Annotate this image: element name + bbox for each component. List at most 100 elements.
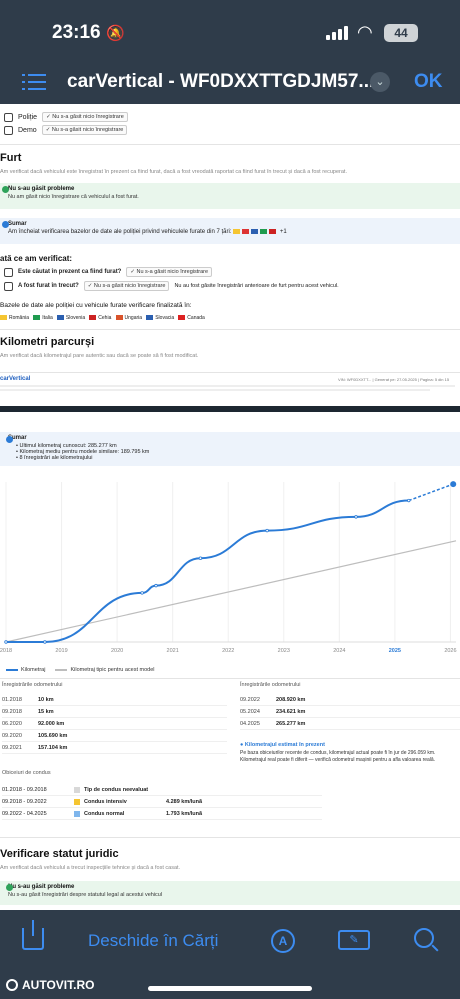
check-row: Poliție ✓ Nu s-a găsit nicio înregistrar… (4, 112, 128, 122)
flag-icon (242, 229, 250, 234)
flag-icon (0, 315, 7, 321)
habit-row: 01.2018 - 09.2018 Tip de condus neevaluat (2, 784, 322, 796)
country: Italia (42, 315, 53, 321)
habit-color-swatch (74, 810, 80, 817)
odometer-value: 265.277 km (276, 720, 306, 727)
checked-heading: ată ce am verificat: (0, 254, 73, 263)
open-in-books-button[interactable]: Deschide în Cărți (88, 931, 218, 951)
odometer-value: 234.621 km (276, 708, 306, 715)
x-tick-label: 2024 (333, 648, 345, 654)
x-tick-label: 2025 (389, 648, 401, 654)
status-chip: ✓ Nu s-a găsit nicio înregistrare (41, 125, 128, 135)
flag-icon (56, 315, 64, 321)
country: Cehia (98, 315, 112, 321)
check-question: Este căutat în prezent ca fiind furat? (18, 269, 122, 275)
footer-fine-print (0, 389, 430, 391)
section-heading: Furt (0, 152, 22, 164)
footer-fine-print (0, 385, 455, 387)
habit-color-swatch (74, 798, 80, 805)
table-row: 05.2024 234.621 km (240, 706, 460, 718)
habit-color-swatch (74, 786, 80, 793)
table-row: 04.2025 265.277 km (240, 718, 460, 730)
estimate-title: ● Kilometrajul estimat în prezent (240, 742, 325, 748)
bottom-toolbar: Deschide în Cărți A ✎ (0, 912, 460, 972)
markup-icon[interactable]: A (271, 929, 295, 953)
search-icon[interactable] (414, 928, 434, 948)
odometer-date: 09.2021 (2, 744, 22, 751)
divider (0, 372, 460, 373)
country: România (9, 315, 30, 321)
footer-generated: Generat pe: 27.05.2025 (374, 377, 417, 382)
habit-value: 1.793 km/lună (166, 810, 203, 817)
divider (0, 837, 460, 838)
summary-item-text: 8 înregistrări ale kilometrajului (19, 455, 93, 461)
list-icon[interactable] (22, 72, 46, 92)
chip-text: Nu s-a găsit nicio înregistrare (136, 269, 209, 275)
check-label: Poliție (18, 113, 38, 121)
check-icon (6, 884, 13, 891)
mileage-point (43, 640, 47, 644)
info-icon (6, 436, 13, 443)
odometer-date: 09.2020 (2, 732, 22, 739)
check-icon (2, 186, 9, 193)
habit-type: Tip de condus neevaluat (84, 786, 149, 793)
x-tick-label: 2021 (167, 648, 179, 654)
divider (0, 329, 460, 330)
summary-text-row: Am încheiat verificarea bazelor de date … (8, 229, 452, 235)
chevron-down-icon[interactable]: ⌄ (370, 72, 390, 92)
wifi-icon: ◠ (357, 22, 373, 42)
table-row: 09.2018 15 km (2, 706, 227, 718)
flag-icon (33, 315, 41, 321)
signature-icon[interactable]: ✎ (338, 930, 370, 950)
odometer-date: 05.2024 (240, 708, 260, 715)
mileage-point (4, 640, 8, 644)
country: Slovacia (155, 315, 175, 321)
table-row: 09.2021 157.104 km (2, 742, 227, 754)
status-bar: 23:16 🔕 ◠ 44 (0, 0, 460, 62)
flag-icon (233, 229, 241, 234)
ok-title: Nu s-au găsit probleme (8, 884, 75, 890)
share-icon[interactable] (22, 920, 44, 950)
summary-item: • 8 înregistrări ale kilometrajului (16, 455, 93, 461)
history-icon (4, 281, 13, 291)
odometer-value: 92.000 km (38, 720, 65, 727)
mileage-point (154, 583, 158, 588)
habit-period: 09.2018 - 09.2022 (2, 798, 47, 805)
x-tick-label: 2026 (444, 648, 456, 654)
estimate-projection-line (408, 483, 454, 502)
ok-desc: Nu s-au găsit înregistrări despre statut… (8, 892, 163, 898)
check-row: Demo ✓ Nu s-a găsit nicio înregistrare (4, 125, 128, 135)
ok-button[interactable]: OK (414, 71, 443, 93)
x-tick-label: 2022 (222, 648, 234, 654)
summary-box: Sumar Am încheiat verificarea bazelor de… (0, 218, 460, 244)
flag-icon (115, 315, 123, 321)
battery-icon: 44 (384, 24, 418, 42)
status-chip: ✓ Nu s-a găsit nicio înregistrare (42, 112, 128, 122)
footer-meta: VIN: WF0DXXTT... | Generat pe: 27.05.202… (338, 377, 450, 382)
nav-bar: carVertical - WF0DXXTTGDJM57... ⌄ OK (0, 62, 460, 104)
pdf-page: Poliție ✓ Nu s-a găsit nicio înregistrar… (0, 104, 460, 406)
mileage-chart: 2018 2019 2020 2021 2022 2023 2024 2025 2026 (0, 481, 457, 654)
chip-text: Nu s-a găsit nicio înregistrare (93, 283, 166, 289)
pdf-page: Sumar • Ultimul kilometraj cunoscut: 285… (0, 412, 460, 910)
ok-desc: Nu am găsit nicio înregistrare că vehicu… (8, 194, 139, 200)
odometer-table-right: Înregistrările odometrului 09.2022 208.92… (240, 682, 460, 764)
x-tick-label: 2020 (111, 648, 123, 654)
x-tick-label: 2023 (278, 648, 290, 654)
status-time: 23:16 (52, 22, 101, 43)
summary-title: Sumar (8, 435, 27, 441)
legend-label: Kilometraj (21, 667, 46, 673)
table-row: 06.2020 92.000 km (2, 718, 227, 730)
odometer-value: 10 km (38, 696, 54, 703)
odometer-value: 208.920 km (276, 696, 306, 703)
typical-mileage-line (5, 540, 457, 643)
home-indicator[interactable] (148, 986, 312, 991)
footer-page: Pagina: 5 din 15 (420, 377, 450, 382)
footer-vin: VIN: WF0DXXTT... (338, 377, 372, 382)
flag-icon (251, 229, 259, 234)
ok-title: Nu s-au găsit probleme (8, 186, 75, 192)
document-title: carVertical - WF0DXXTTGDJM57... (67, 71, 375, 92)
estimate-text: Pe baza obiceiurilor recente de condus, … (240, 750, 436, 763)
check-label: Demo (18, 126, 37, 134)
flag-icon (146, 315, 154, 321)
